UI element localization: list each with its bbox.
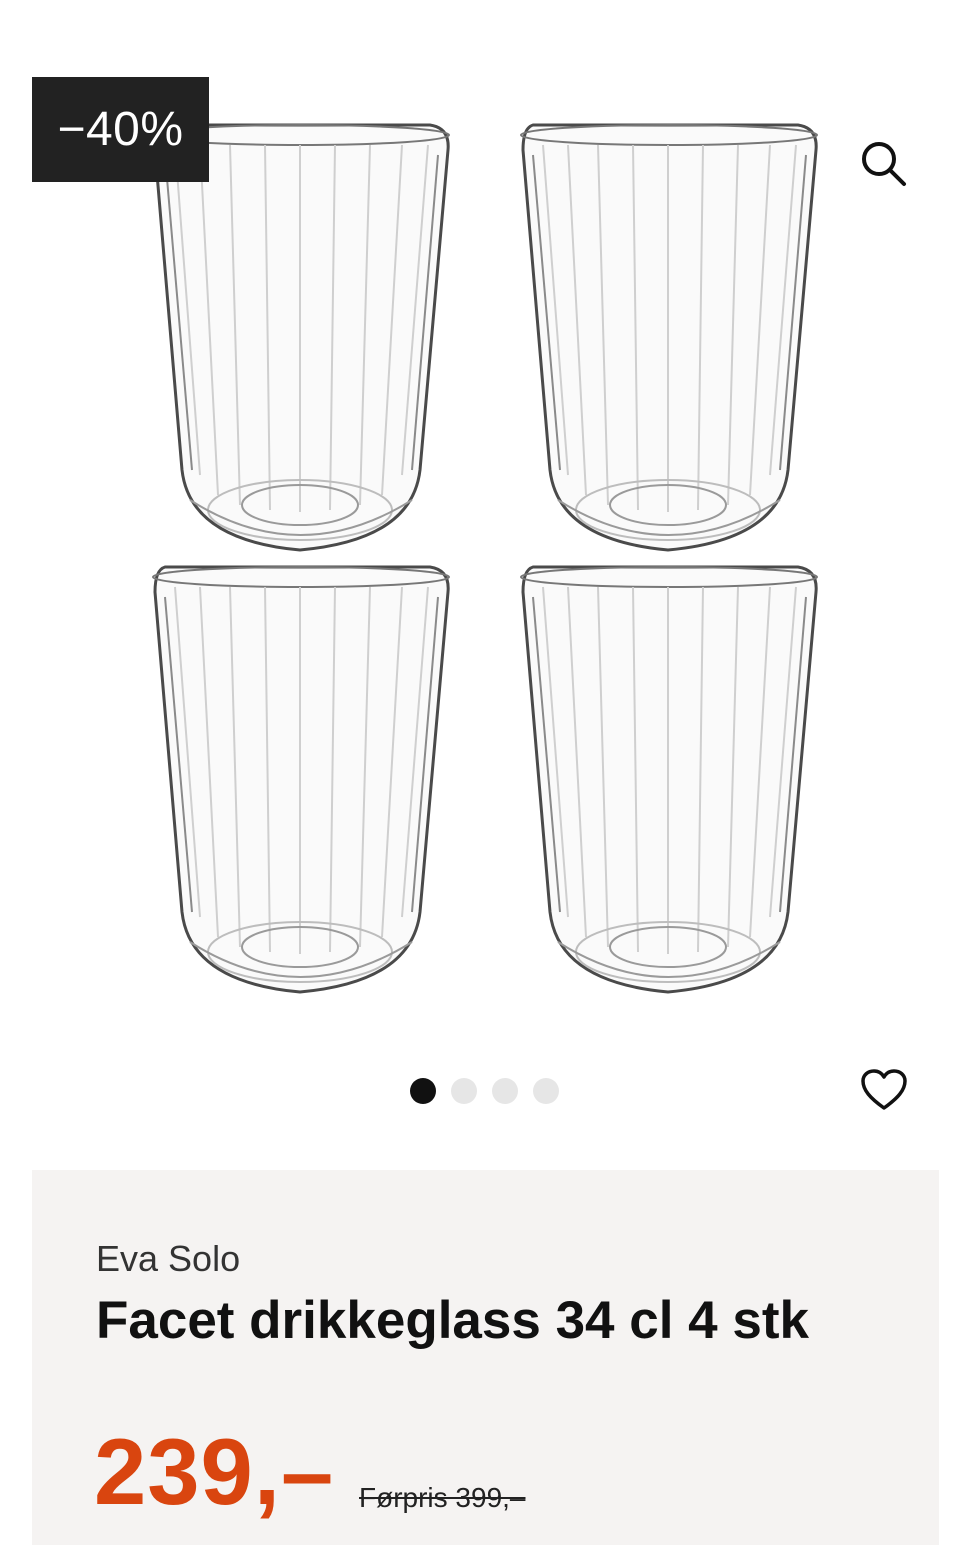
product-title: Facet drikkeglass 34 cl 4 stk: [96, 1291, 809, 1350]
carousel-dot-1[interactable]: [410, 1078, 436, 1104]
carousel-dot-3[interactable]: [492, 1078, 518, 1104]
discount-badge: −40%: [32, 77, 209, 182]
carousel-dots: [410, 1078, 559, 1104]
heart-icon: [861, 1069, 907, 1110]
carousel-dot-4[interactable]: [533, 1078, 559, 1104]
favorite-button[interactable]: [852, 1058, 916, 1122]
product-gallery[interactable]: −40%: [0, 0, 960, 1150]
carousel-dot-2[interactable]: [451, 1078, 477, 1104]
search-icon: [862, 142, 906, 186]
current-price: 239,–: [94, 1419, 335, 1524]
previous-price: Førpris 399,–: [359, 1482, 526, 1513]
product-brand[interactable]: Eva Solo: [96, 1238, 240, 1280]
zoom-button[interactable]: [852, 132, 916, 196]
product-info: Eva Solo Facet drikkeglass 34 cl 4 stk 2…: [32, 1170, 939, 1545]
product-image[interactable]: [130, 100, 850, 1020]
